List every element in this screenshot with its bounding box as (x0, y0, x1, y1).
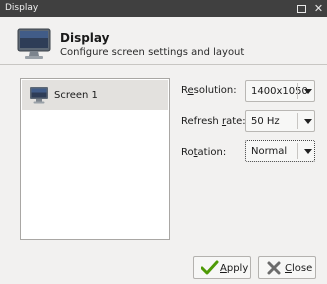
title-bar[interactable]: Display ✕ (0, 0, 327, 17)
close-window-button[interactable]: ✕ (312, 2, 325, 15)
header-title: Display (60, 31, 110, 45)
apply-label: Apply (220, 263, 249, 274)
close-button[interactable]: Close (258, 256, 316, 279)
chevron-down-icon (304, 89, 312, 94)
dropdown-separator (297, 83, 298, 99)
checkmark-icon (201, 260, 219, 275)
dropdown-separator (297, 143, 298, 159)
monitor-icon (17, 28, 51, 59)
header-subtitle: Configure screen settings and layout (60, 47, 245, 58)
apply-button[interactable]: Apply (193, 256, 251, 279)
header-divider (0, 64, 327, 65)
rotation-dropdown[interactable]: Normal (245, 140, 315, 162)
refresh-rate-label: Refresh rate: (181, 116, 246, 127)
maximize-button[interactable] (295, 2, 308, 15)
dialog-header: Display Configure screen settings and la… (0, 17, 327, 63)
display-dialog: Display ✕ Display Configure screen setti… (0, 0, 327, 284)
resolution-value: 1400x1050 (251, 86, 308, 97)
resolution-dropdown[interactable]: 1400x1050 (245, 80, 315, 102)
screen-list[interactable]: Screen 1 (20, 78, 170, 240)
dropdown-separator (297, 113, 298, 129)
chevron-down-icon (304, 119, 312, 124)
rotation-value: Normal (251, 146, 288, 157)
chevron-down-icon (304, 149, 312, 154)
resolution-label: Resolution: (181, 85, 237, 96)
maximize-icon (297, 5, 306, 13)
screen-label: Screen 1 (54, 90, 98, 101)
close-icon: ✕ (313, 2, 324, 15)
screen-list-item[interactable]: Screen 1 (22, 80, 168, 110)
refresh-rate-dropdown[interactable]: 50 Hz (245, 110, 315, 132)
refresh-rate-value: 50 Hz (251, 116, 280, 127)
rotation-label: Rotation: (181, 147, 227, 158)
window-title: Display (5, 3, 39, 13)
x-icon (267, 261, 281, 275)
monitor-icon (30, 87, 48, 104)
close-label: Close (285, 263, 313, 274)
